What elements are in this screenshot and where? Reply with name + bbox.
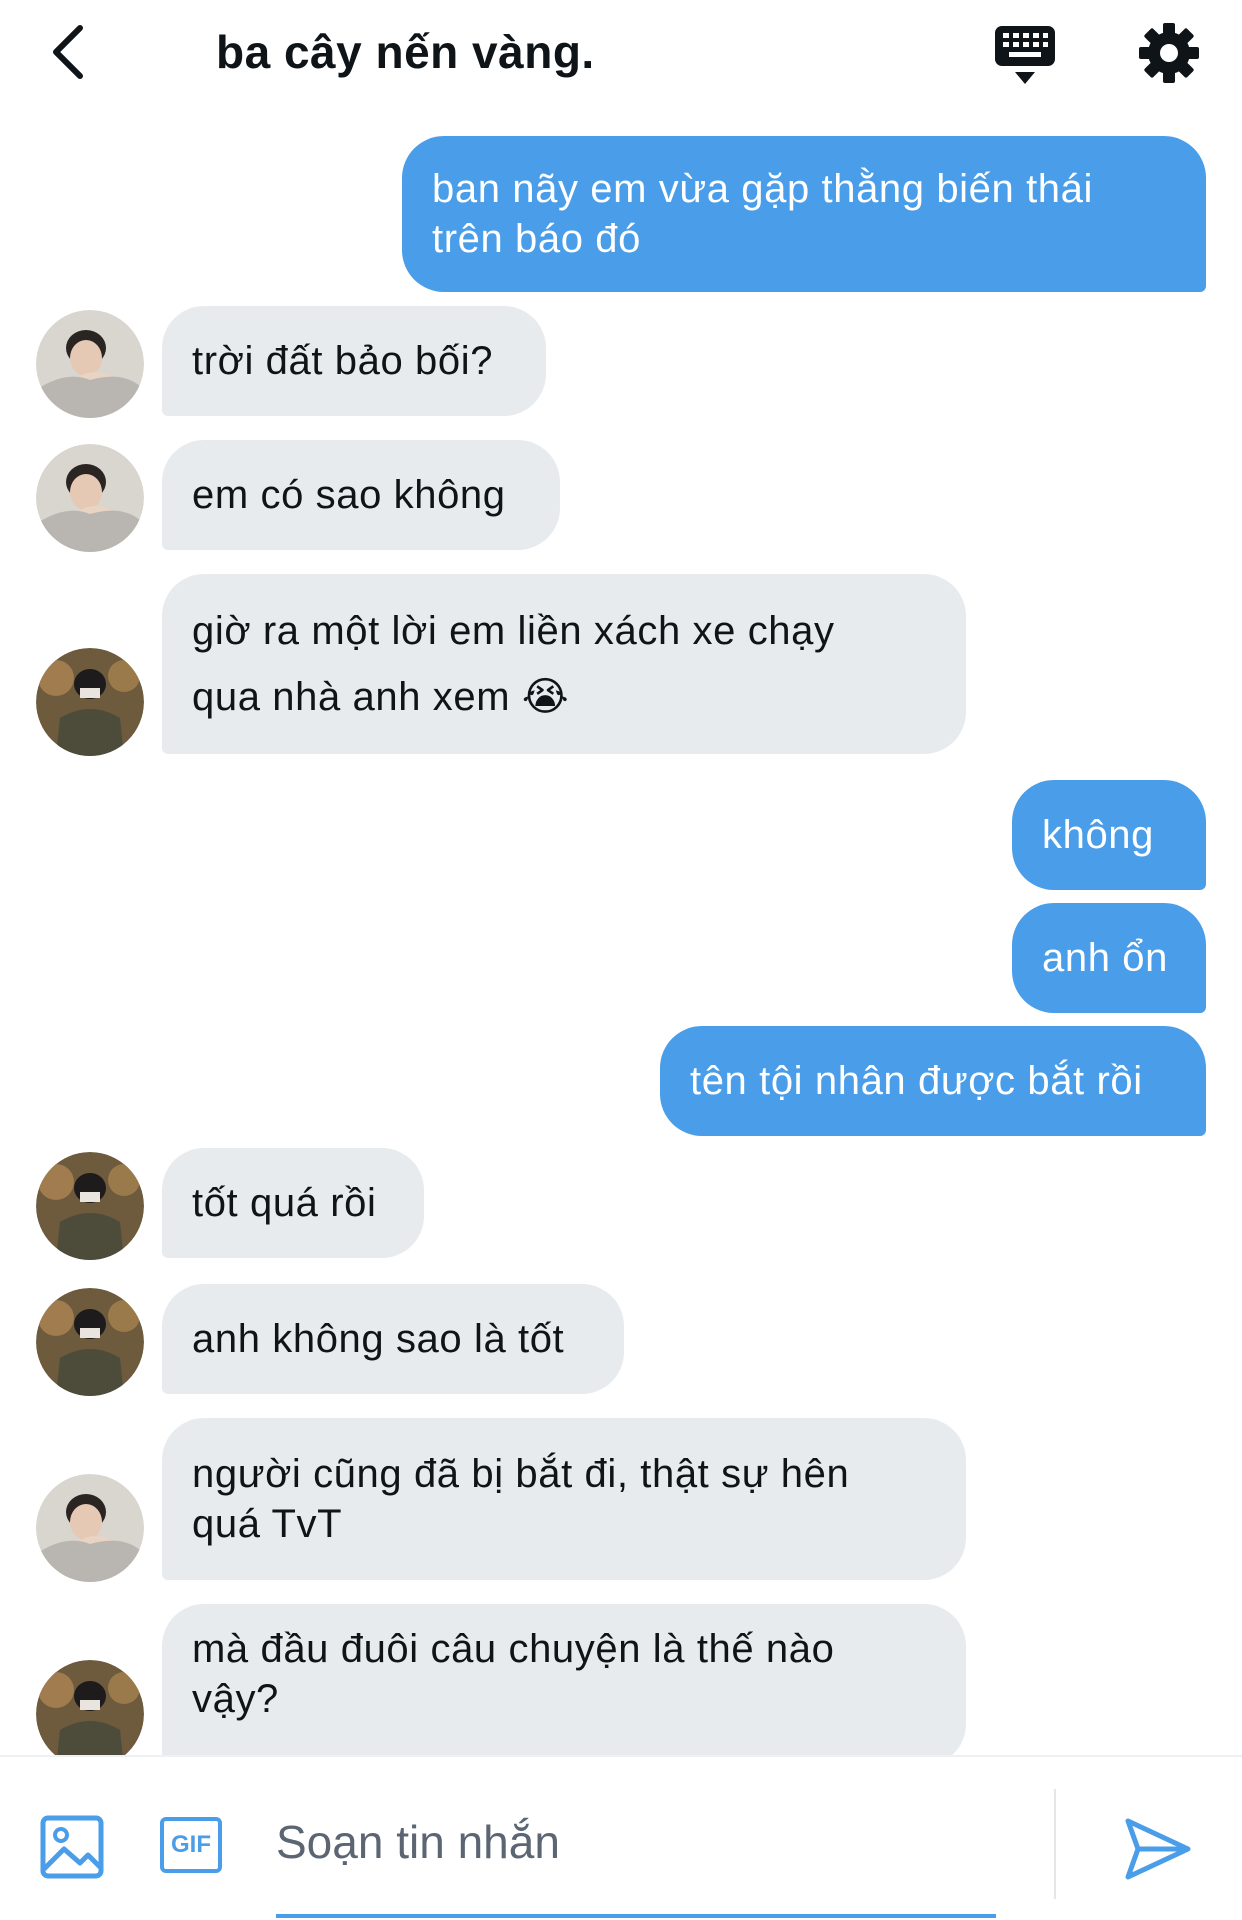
avatar[interactable] [36,648,144,756]
add-media-button[interactable] [40,1815,104,1879]
composer-divider [1054,1789,1056,1899]
message-bubble-incoming[interactable]: giờ ra một lời em liền xách xe chạy qua … [162,574,966,754]
gif-icon: GIF [160,1817,222,1873]
avatar[interactable] [36,310,144,418]
avatar[interactable] [36,444,144,552]
avatar[interactable] [36,1474,144,1582]
message-bubble-outgoing[interactable]: ban nãy em vừa gặp thằng biến thái trên … [402,136,1206,292]
settings-button[interactable] [1136,20,1202,86]
message-input[interactable] [276,1807,996,1877]
back-button[interactable] [40,22,96,82]
send-button[interactable] [1122,1813,1194,1885]
keyboard-button[interactable] [990,22,1060,88]
conversation-title: ba cây nến vàng. [216,26,595,78]
keyboard-icon [995,26,1055,84]
avatar[interactable] [36,1288,144,1396]
conversation-header: ba cây nến vàng. [0,0,1242,110]
add-gif-button[interactable]: GIF [158,1813,228,1879]
chevron-left-icon [53,25,83,79]
message-bubble-incoming[interactable]: em có sao không [162,440,560,550]
message-composer: GIF [0,1755,1242,1920]
message-bubble-outgoing[interactable]: anh ổn [1012,903,1206,1013]
message-bubble-incoming[interactable]: tốt quá rồi [162,1148,424,1258]
image-icon [40,1815,104,1879]
gear-icon [1139,23,1199,83]
avatar[interactable] [36,1660,144,1755]
message-bubble-incoming[interactable]: trời đất bảo bối? [162,306,546,416]
message-bubble-outgoing[interactable]: tên tội nhân được bắt rồi [660,1026,1206,1136]
message-list[interactable]: ban nãy em vừa gặp thằng biến thái trên … [0,110,1242,1755]
input-focus-underline [276,1914,996,1918]
message-bubble-incoming[interactable]: anh không sao là tốt [162,1284,624,1394]
message-bubble-incoming[interactable]: người cũng đã bị bắt đi, thật sự hên quá… [162,1418,966,1580]
message-bubble-outgoing[interactable]: không [1012,780,1206,890]
message-bubble-incoming[interactable]: mà đầu đuôi câu chuyện là thế nào vậy? [162,1604,966,1755]
send-icon [1125,1818,1191,1880]
avatar[interactable] [36,1152,144,1260]
